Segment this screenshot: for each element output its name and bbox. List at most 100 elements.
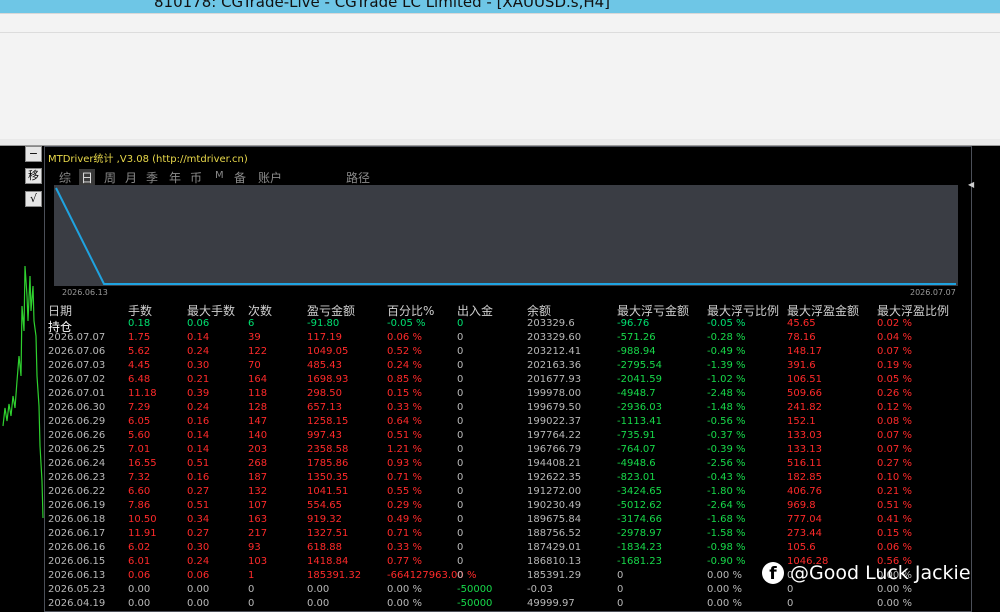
balance-line <box>55 187 956 285</box>
table-cell: 0.34 <box>187 514 210 525</box>
table-cell: 2026.07.01 <box>48 388 106 399</box>
table-cell: 2026.06.19 <box>48 500 106 511</box>
table-cell: 0.52 % <box>387 346 422 357</box>
table-cell: -0.43 % <box>707 472 746 483</box>
table-cell: 39 <box>248 332 261 343</box>
price-candles <box>2 265 44 519</box>
table-cell: -0.03 <box>527 584 553 595</box>
table-cell: -1834.23 <box>617 542 662 553</box>
watermark-text: @Good Luck Jackie <box>790 562 971 584</box>
table-cell: -2.48 % <box>707 388 746 399</box>
column-header[interactable]: 手数 <box>128 302 152 319</box>
column-header[interactable]: 余额 <box>527 302 551 319</box>
table-cell: 199679.50 <box>527 402 582 413</box>
table-row: 2026.06.22 6.60 0.27 132 1041.51 0.55 % 0 19127… <box>48 486 972 500</box>
table-cell: 2026.06.13 <box>48 570 106 581</box>
table-cell: 0.24 <box>187 402 210 413</box>
column-header[interactable]: 日期 <box>48 302 72 319</box>
table-cell: 0 <box>248 598 255 609</box>
table-header: 日期 手数 最大手数 次数 盈亏金额 百分比% 出入金 余额 最大浮亏金额 最大浮亏比例 最大浮盈金… <box>48 302 972 319</box>
column-header[interactable]: 百分比% <box>387 302 434 319</box>
column-header[interactable]: 最大浮亏比例 <box>707 302 779 319</box>
move-button[interactable]: 移 <box>25 168 42 184</box>
table-cell: 217 <box>248 528 268 539</box>
table-cell: 2026.06.16 <box>48 542 106 553</box>
table-cell: -0.39 % <box>707 444 746 455</box>
table-cell: 0.41 % <box>877 514 912 525</box>
table-cell: -0.28 % <box>707 332 746 343</box>
table-cell: 187 <box>248 472 268 483</box>
table-cell: -1.68 % <box>707 514 746 525</box>
tab-account[interactable]: 账户 <box>258 169 282 186</box>
tab-summary[interactable]: 综 <box>59 169 71 186</box>
table-cell: 103 <box>248 556 268 567</box>
table-cell: 0 <box>787 598 794 609</box>
table-cell: -96.76 <box>617 318 650 329</box>
toolbar-area <box>0 13 1000 141</box>
table-cell: 0 <box>457 486 464 497</box>
table-cell: 194408.21 <box>527 458 582 469</box>
tab-path[interactable]: 路径 <box>346 169 370 186</box>
tab-yearly[interactable]: 年 <box>169 169 181 186</box>
table-cell: 2026.06.18 <box>48 514 106 525</box>
table-cell: 2026.06.25 <box>48 444 106 455</box>
column-header[interactable]: 次数 <box>248 302 272 319</box>
table-cell: 185391.32 <box>307 570 362 581</box>
table-cell: 0 <box>457 458 464 469</box>
table-cell: 0.21 % <box>877 486 912 497</box>
confirm-button[interactable]: √ <box>25 191 42 207</box>
column-header[interactable]: 出入金 <box>457 302 493 319</box>
table-cell: 187429.01 <box>527 542 582 553</box>
table-cell: 0.16 <box>187 416 210 427</box>
position-row: 持仓 0.18 0.06 6 -91.80 -0.05 % 0 203329.6 -96.76-… <box>48 318 972 334</box>
table-cell: 0.71 % <box>387 472 422 483</box>
table-cell: 777.04 <box>787 514 822 525</box>
column-header[interactable]: 最大浮盈金额 <box>787 302 859 319</box>
table-cell: 6.60 <box>128 486 151 497</box>
column-header[interactable]: 最大浮亏金额 <box>617 302 689 319</box>
table-cell: -5012.62 <box>617 500 662 511</box>
chart-frame-edge <box>0 139 1000 146</box>
table-cell: 0 <box>457 542 464 553</box>
tab-notes[interactable]: 备 <box>234 169 246 186</box>
tab-m[interactable]: M <box>215 170 224 181</box>
table-cell: 0.27 % <box>877 458 912 469</box>
table-cell: 203329.6 <box>527 318 575 329</box>
table-cell: 5.62 <box>128 346 151 357</box>
tab-quarterly[interactable]: 季 <box>146 169 158 186</box>
table-cell: 0 <box>457 514 464 525</box>
table-row: 2026.06.30 7.29 0.24 128 657.13 0.33 % 0 199679… <box>48 402 972 416</box>
table-cell: 0.51 % <box>877 500 912 511</box>
table-cell: 0.00 % <box>707 584 742 595</box>
table-cell: 2026.04.19 <box>48 598 106 609</box>
tab-monthly[interactable]: 月 <box>125 169 137 186</box>
table-cell: 0.27 <box>187 486 210 497</box>
table-cell: -571.26 <box>617 332 656 343</box>
tab-weekly[interactable]: 周 <box>104 169 116 186</box>
table-cell: 919.32 <box>307 514 342 525</box>
tab-daily[interactable]: 日 <box>79 169 96 186</box>
tab-currency[interactable]: 币 <box>190 169 202 186</box>
column-header[interactable]: 盈亏金额 <box>307 302 355 319</box>
table-cell: 0.24 % <box>387 360 422 371</box>
table-cell: 0.26 % <box>877 388 912 399</box>
collapse-button[interactable]: − <box>25 146 42 162</box>
table-cell: 2026.06.22 <box>48 486 106 497</box>
table-cell: 182.85 <box>787 472 822 483</box>
column-header[interactable]: 最大手数 <box>187 302 235 319</box>
table-cell: 0.06 <box>187 318 210 329</box>
table-cell: 2026.06.15 <box>48 556 106 567</box>
table-cell: 516.11 <box>787 458 822 469</box>
table-cell: 554.65 <box>307 500 342 511</box>
table-cell: 0.51 <box>187 458 210 469</box>
table-cell: -2795.54 <box>617 360 662 371</box>
table-cell: 186810.13 <box>527 556 582 567</box>
column-header[interactable]: 最大浮盈比例 <box>877 302 949 319</box>
table-cell: 6.01 <box>128 556 151 567</box>
table-cell: 0.07 % <box>877 430 912 441</box>
table-row: 2026.06.29 6.05 0.16 147 1258.15 0.64 % 0 19902… <box>48 416 972 430</box>
table-cell: 201677.93 <box>527 374 582 385</box>
table-cell: 202163.36 <box>527 360 582 371</box>
table-cell: 0.08 % <box>877 416 912 427</box>
scroll-arrow-icon[interactable]: ◀ <box>968 180 974 189</box>
